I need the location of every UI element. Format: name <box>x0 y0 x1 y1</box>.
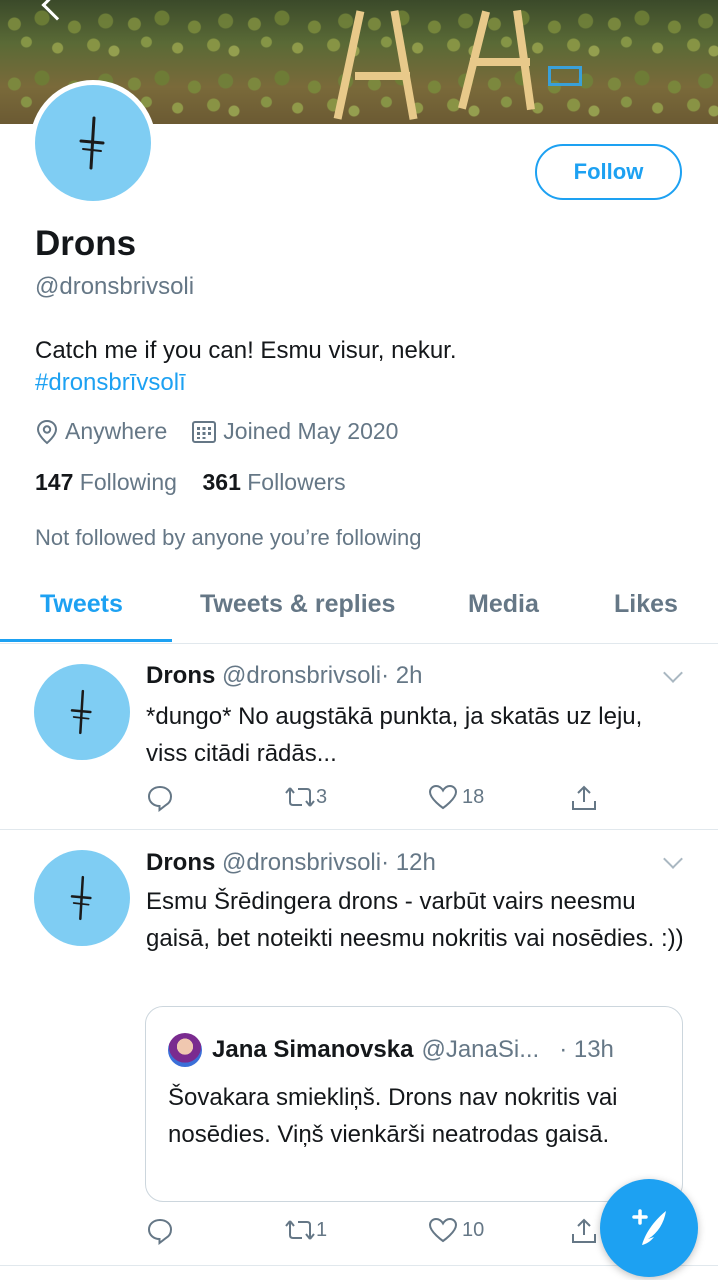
quoted-tweet[interactable]: Jana Simanovska @JanaSi... · 13h Šovakar… <box>145 1006 683 1202</box>
avatar-circle <box>35 85 151 201</box>
retweet-button[interactable]: 1 <box>284 1217 327 1243</box>
active-tab-indicator <box>0 639 172 642</box>
profile-avatar[interactable] <box>30 80 156 206</box>
banner-stand-shelf <box>355 72 410 80</box>
bio-text: Catch me if you can! Esmu visur, nekur. <box>35 337 457 364</box>
drone-icon <box>70 689 92 735</box>
drone-icon <box>79 116 105 170</box>
profile-handle: @dronsbrivsoli <box>35 273 195 300</box>
profile-name: Drons <box>35 224 137 263</box>
tweet-text: Esmu Šrēdingera drons - varbūt vairs nee… <box>146 888 684 952</box>
joined-date: Joined May 2020 <box>223 418 399 444</box>
tweet-avatar[interactable] <box>34 850 130 946</box>
following-link[interactable]: 147 Following <box>35 469 177 495</box>
chevron-down-icon[interactable] <box>663 663 683 683</box>
like-button[interactable]: 10 <box>428 1217 484 1243</box>
compose-tweet-button[interactable] <box>600 1179 698 1277</box>
tweet-header: Drons @dronsbrivsoli· 12h <box>146 849 436 877</box>
quoted-tweet-time: · 13h <box>559 1036 614 1063</box>
location-pin-icon <box>36 419 58 444</box>
tab-tweets-replies[interactable]: Tweets & replies <box>200 590 395 619</box>
retweet-icon <box>285 1220 315 1240</box>
retweet-icon <box>285 787 315 807</box>
tab-likes[interactable]: Likes <box>614 590 678 619</box>
reply-icon <box>147 785 173 812</box>
retweet-count: 3 <box>316 785 328 808</box>
like-button[interactable]: 18 <box>428 784 484 810</box>
following-label: Following <box>79 469 177 495</box>
banner-stand-shelf <box>470 58 530 66</box>
bio-hashtag-link[interactable]: #dronsbrīvsolī <box>35 367 457 399</box>
quoted-author-handle: @JanaSi... <box>421 1036 540 1063</box>
quoted-tweet-header: Jana Simanovska @JanaSi... · 13h <box>168 1033 614 1067</box>
quoted-author-avatar <box>168 1033 202 1067</box>
share-icon <box>572 785 596 810</box>
compose-tweet-icon <box>632 1209 666 1245</box>
tweet-author-handle[interactable]: @dronsbrivsoli <box>222 662 381 689</box>
followers-label: Followers <box>247 469 346 495</box>
following-count: 147 <box>35 469 74 495</box>
retweet-count: 1 <box>316 1218 328 1241</box>
tweet-header: Drons @dronsbrivsoli· 2h <box>146 662 422 690</box>
reply-button[interactable] <box>146 1217 174 1245</box>
quoted-tweet-text: Šovakara smiekliņš. Drons nav nokritis v… <box>168 1084 618 1148</box>
heart-icon <box>428 784 458 810</box>
tweet-avatar[interactable] <box>34 664 130 760</box>
tab-tweets[interactable]: Tweets <box>40 590 123 619</box>
calendar-icon <box>192 420 217 443</box>
tab-media[interactable]: Media <box>468 590 539 619</box>
chevron-down-icon[interactable] <box>663 849 683 869</box>
not-followed-notice: Not followed by anyone you’re following <box>35 525 422 550</box>
heart-icon <box>428 1217 458 1243</box>
profile-tabs: Tweets Tweets & replies Media Likes <box>0 580 718 644</box>
followers-count: 361 <box>202 469 241 495</box>
banner-box <box>548 66 582 86</box>
tweet[interactable]: Drons @dronsbrivsoli· 2h *dungo* No augs… <box>0 644 718 830</box>
reply-icon <box>147 1218 173 1245</box>
follow-counts: 147 Following 361 Followers <box>35 469 346 496</box>
like-count: 18 <box>462 785 485 808</box>
tweet-text: *dungo* No augstākā punkta, ja skatās uz… <box>146 703 643 767</box>
share-icon <box>572 1218 596 1243</box>
followers-link[interactable]: 361 Followers <box>202 469 345 495</box>
reply-button[interactable] <box>146 784 174 812</box>
share-button[interactable] <box>570 1217 598 1245</box>
tweet-actions: 1 10 <box>146 1217 616 1247</box>
tweet-author-name[interactable]: Drons <box>146 662 215 689</box>
like-count: 10 <box>462 1218 485 1241</box>
location-text: Anywhere <box>65 418 168 444</box>
tweet-time: · 12h <box>381 849 436 876</box>
tweet-actions: 3 18 <box>146 784 616 814</box>
tweet-author-name[interactable]: Drons <box>146 849 215 876</box>
profile-bio: Catch me if you can! Esmu visur, nekur. … <box>35 335 457 399</box>
drone-icon <box>70 875 92 921</box>
share-button[interactable] <box>570 784 598 812</box>
quoted-author-name: Jana Simanovska <box>212 1036 414 1063</box>
tweet-time: · 2h <box>381 662 423 689</box>
profile-meta: Anywhere Joined May 2020 <box>35 418 398 445</box>
retweet-button[interactable]: 3 <box>284 784 327 810</box>
tweet-author-handle[interactable]: @dronsbrivsoli <box>222 849 381 876</box>
follow-button[interactable]: Follow <box>535 144 682 200</box>
